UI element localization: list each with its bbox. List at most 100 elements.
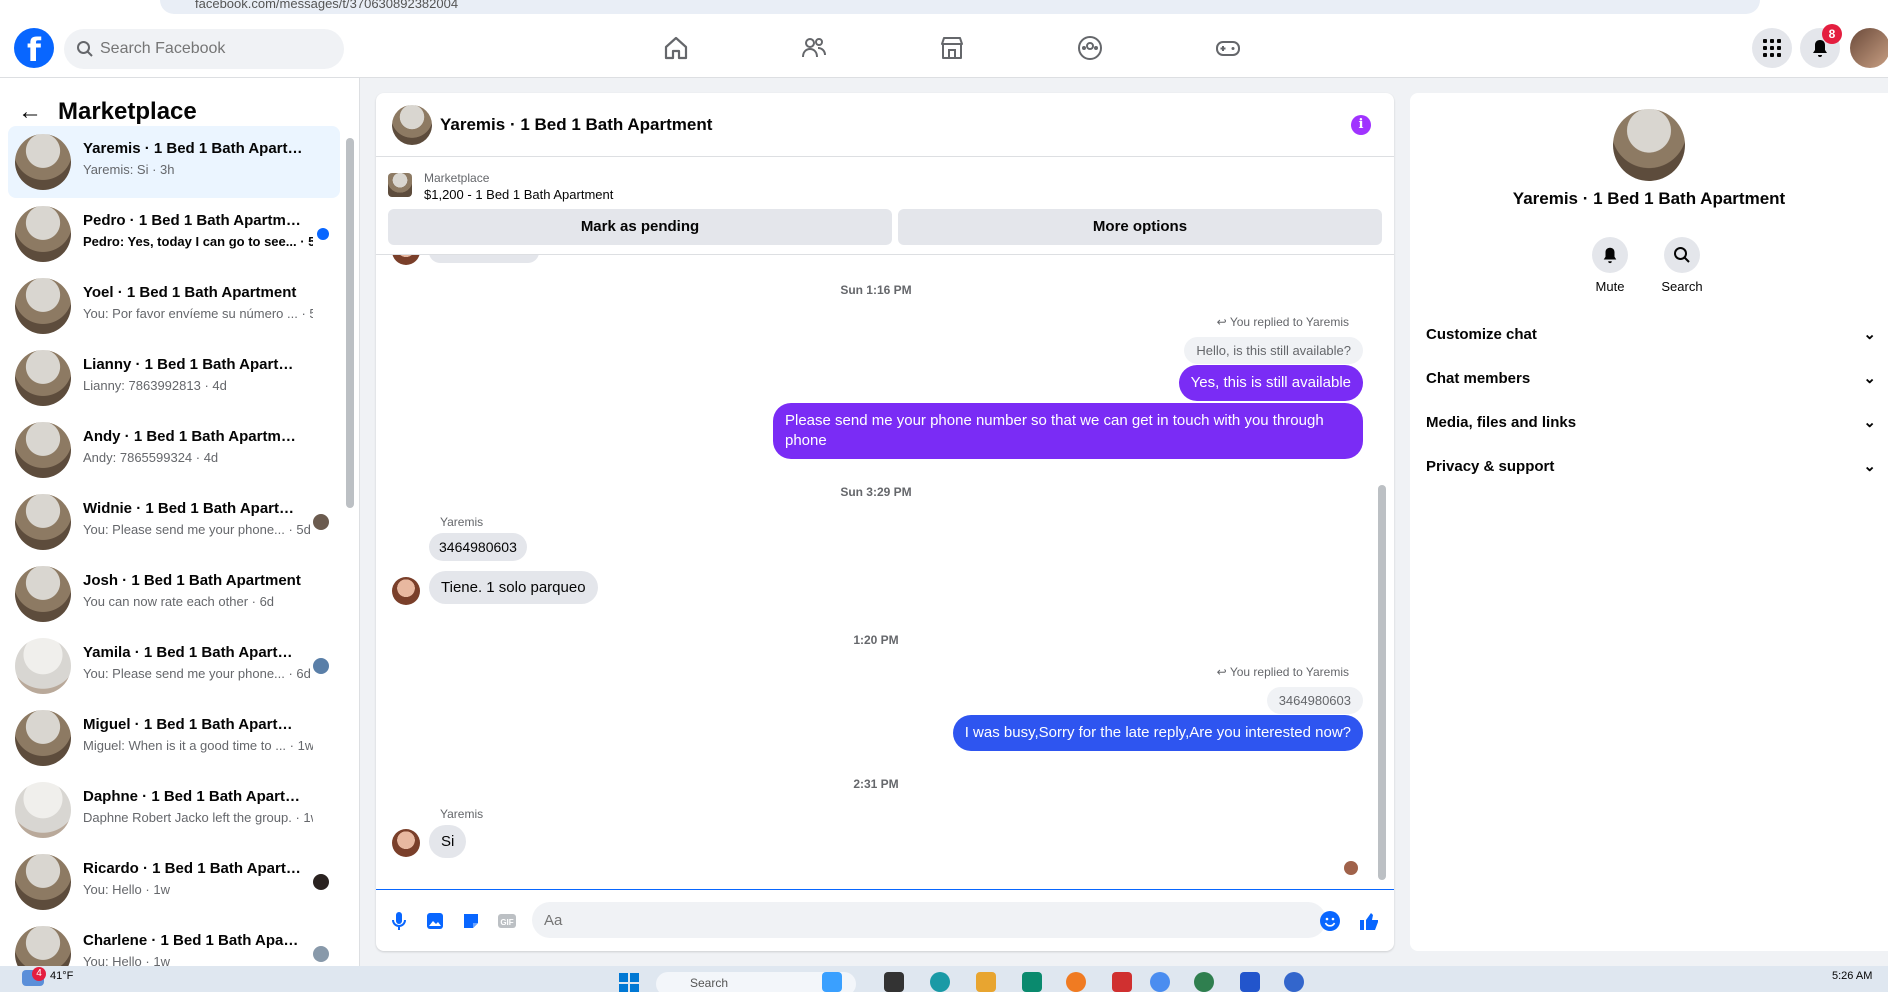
- conversation-item[interactable]: Pedro · 1 Bed 1 Bath Apartment Pedro: Yes…: [8, 198, 340, 270]
- browser-address-bar[interactable]: facebook.com/messages/t/370630892382004: [0, 0, 1888, 18]
- chat-members-section[interactable]: Chat members ⌄: [1426, 357, 1876, 401]
- app-icon[interactable]: [976, 972, 996, 992]
- app-icon[interactable]: [1112, 972, 1132, 992]
- conversation-item[interactable]: Miguel · 1 Bed 1 Bath Apartment Miguel: W…: [8, 702, 340, 774]
- seen-avatar-icon: [313, 514, 329, 530]
- app-icon[interactable]: [1284, 972, 1304, 992]
- scrollbar-thumb[interactable]: [1378, 485, 1386, 880]
- mark-pending-button[interactable]: Mark as pending: [388, 209, 892, 245]
- chat-title[interactable]: Yaremis · 1 Bed 1 Bath Apartment: [440, 115, 712, 135]
- listing-thumbnail: [15, 638, 71, 694]
- windows-start-icon[interactable]: [618, 972, 640, 992]
- sender-avatar[interactable]: [392, 829, 420, 857]
- section-label: Media, files and links: [1426, 414, 1577, 431]
- profile-avatar[interactable]: [1850, 28, 1888, 68]
- conversation-name: Widnie · 1 Bed 1 Bath Apartm...: [83, 500, 303, 517]
- chevron-down-icon: ⌄: [1863, 458, 1876, 475]
- info-icon[interactable]: i: [1351, 115, 1371, 135]
- incoming-message[interactable]: Si: [429, 825, 467, 858]
- listing-thumbnail: [15, 710, 71, 766]
- message-scrollbar[interactable]: [1378, 265, 1386, 880]
- section-label: Privacy & support: [1426, 458, 1555, 475]
- reply-arrow-icon: ↩: [1216, 315, 1230, 329]
- conversation-item[interactable]: Widnie · 1 Bed 1 Bath Apartm... You: Plea…: [8, 486, 340, 558]
- customize-chat-section[interactable]: Customize chat ⌄: [1426, 313, 1876, 357]
- microphone-icon[interactable]: [388, 910, 410, 932]
- facebook-logo-icon[interactable]: f: [14, 28, 54, 69]
- conversation-item[interactable]: Yamila · 1 Bed 1 Bath Apartment You: Plea…: [8, 630, 340, 702]
- search-chat-button[interactable]: Search: [1652, 237, 1712, 294]
- mute-button[interactable]: Mute: [1580, 237, 1640, 294]
- conversation-list: Yaremis · 1 Bed 1 Bath Apartment Yaremis:…: [8, 126, 340, 966]
- listing-thumbnail: [15, 278, 71, 334]
- chat-avatar[interactable]: [392, 105, 432, 145]
- conversation-item[interactable]: Daphne · 1 Bed 1 Bath Apartment Daphne Ro…: [8, 774, 340, 846]
- conversation-name: Daphne · 1 Bed 1 Bath Apartment: [83, 788, 303, 805]
- listing-price[interactable]: $1,200 - 1 Bed 1 Bath Apartment: [424, 187, 613, 202]
- listing-thumbnail: [15, 422, 71, 478]
- outgoing-message[interactable]: Please send me your phone number so that…: [773, 403, 1363, 459]
- chrome-icon[interactable]: [1194, 972, 1214, 992]
- taskbar-clock[interactable]: 5:26 AM: [1832, 970, 1872, 982]
- conversation-item[interactable]: Charlene · 1 Bed 1 Bath Apart... You: Hel…: [8, 918, 340, 966]
- app-icon[interactable]: [822, 972, 842, 992]
- conversation-item[interactable]: Andy · 1 Bed 1 Bath Apartment Andy: 78655…: [8, 414, 340, 486]
- conversation-item[interactable]: Lianny · 1 Bed 1 Bath Apartment Lianny: 7…: [8, 342, 340, 414]
- unread-dot-icon: [317, 228, 329, 240]
- app-icon[interactable]: [884, 972, 904, 992]
- home-icon[interactable]: [662, 34, 690, 62]
- emoji-icon[interactable]: [1319, 910, 1341, 932]
- conversation-preview: You: Hello · 1w: [83, 954, 170, 966]
- search-input[interactable]: [100, 29, 330, 69]
- conversation-name: Andy · 1 Bed 1 Bath Apartment: [83, 428, 303, 445]
- conversation-item[interactable]: Ricardo · 1 Bed 1 Bath Apartm... You: Hel…: [8, 846, 340, 918]
- quoted-message: 3464980603: [1266, 687, 1363, 714]
- groups-icon[interactable]: [1076, 34, 1104, 62]
- conversation-item[interactable]: Josh · 1 Bed 1 Bath Apartment You can now…: [8, 558, 340, 630]
- windows-taskbar: 4 41°F Search 5:26 AM: [0, 966, 1888, 992]
- facebook-search[interactable]: [64, 29, 344, 69]
- conversation-name: Yoel · 1 Bed 1 Bath Apartment: [83, 284, 297, 301]
- conversation-item[interactable]: Yaremis · 1 Bed 1 Bath Apartment Yaremis:…: [8, 126, 340, 198]
- sidebar-scrollbar[interactable]: [346, 138, 354, 508]
- more-options-button[interactable]: More options: [898, 209, 1382, 245]
- message-thread: Sun 1:16 PM ↩ You replied to Yaremis Hel…: [376, 255, 1394, 889]
- conversation-preview: Andy: 7865599324 · 4d: [83, 450, 219, 465]
- conversation-item[interactable]: Yoel · 1 Bed 1 Bath Apartment You: Por fa…: [8, 270, 340, 342]
- sticker-icon[interactable]: [460, 910, 482, 932]
- message-input[interactable]: [532, 902, 1326, 938]
- privacy-support-section[interactable]: Privacy & support ⌄: [1426, 445, 1876, 489]
- chrome-icon[interactable]: [1150, 972, 1170, 992]
- photo-icon[interactable]: [424, 910, 446, 932]
- outgoing-message[interactable]: Yes, this is still available: [1178, 365, 1363, 401]
- back-arrow-icon[interactable]: ←: [18, 98, 42, 126]
- app-icon[interactable]: [1022, 972, 1042, 992]
- incoming-message[interactable]: 3464980603: [429, 533, 527, 561]
- app-icon[interactable]: [1240, 972, 1260, 992]
- listing-thumbnail: [15, 134, 71, 190]
- listing-thumbnail[interactable]: [388, 173, 412, 197]
- incoming-message[interactable]: Tiene. 1 solo parqueo: [429, 571, 598, 604]
- menu-grid-button[interactable]: [1752, 28, 1792, 68]
- chevron-down-icon: ⌄: [1863, 370, 1876, 387]
- svg-text:GIF: GIF: [500, 918, 513, 927]
- firefox-icon[interactable]: [1066, 972, 1086, 992]
- sender-name: Yaremis: [440, 515, 484, 529]
- weather-badge: 4: [32, 967, 46, 981]
- sender-avatar[interactable]: [392, 577, 420, 605]
- gif-icon[interactable]: GIF: [496, 910, 518, 932]
- friends-icon[interactable]: [800, 34, 828, 62]
- reply-note-text: You replied to Yaremis: [1229, 315, 1349, 329]
- marketplace-icon[interactable]: [938, 34, 966, 62]
- gaming-icon[interactable]: [1214, 34, 1242, 62]
- sidebar-title: Marketplace: [58, 98, 197, 125]
- url-text[interactable]: facebook.com/messages/t/370630892382004: [195, 0, 458, 11]
- chevron-down-icon: ⌄: [1863, 414, 1876, 431]
- conversation-avatar[interactable]: [1613, 109, 1685, 181]
- weather-temperature[interactable]: 41°F: [50, 970, 73, 982]
- outgoing-message[interactable]: I was busy,Sorry for the late reply,Are …: [952, 715, 1363, 751]
- media-files-links-section[interactable]: Media, files and links ⌄: [1426, 401, 1876, 445]
- edge-icon[interactable]: [930, 972, 950, 992]
- thumbs-up-icon[interactable]: [1358, 910, 1380, 932]
- conversation-title: Yaremis · 1 Bed 1 Bath Apartment: [1512, 189, 1786, 208]
